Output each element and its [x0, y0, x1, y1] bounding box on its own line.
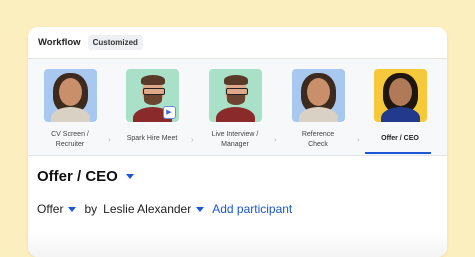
step-label: Live Interview / Manager	[211, 131, 259, 148]
caret-down-icon[interactable]	[196, 206, 205, 212]
step-live-interview[interactable]: Live Interview / Manager	[197, 69, 273, 150]
workflow-header: Workflow Customized	[28, 27, 447, 59]
customized-badge: Customized	[87, 35, 143, 50]
avatar	[208, 69, 262, 122]
step-spark-hire-meet[interactable]: ▶ Spark Hire Meet	[114, 69, 190, 144]
step-cv-screen[interactable]: CV Screen / Recruiter	[32, 69, 108, 150]
by-text: by	[84, 202, 98, 216]
step-offer-ceo[interactable]: Offer / CEO	[362, 69, 438, 144]
step-label: Offer / CEO	[381, 135, 419, 142]
step-label: Reference Check	[301, 131, 335, 148]
avatar	[373, 69, 427, 122]
chevron-right-icon: ›	[191, 135, 194, 144]
step-reference-check[interactable]: Reference Check	[280, 69, 356, 150]
chevron-right-icon: ›	[357, 135, 360, 144]
participant-name[interactable]: Leslie Alexander	[103, 202, 191, 216]
workflow-card: Workflow Customized CV Screen / Recruiter…	[28, 27, 447, 257]
step-label: CV Screen / Recruiter	[51, 131, 89, 148]
avatar: ▶	[125, 69, 179, 122]
stage-select[interactable]: Offer	[37, 202, 63, 216]
chevron-right-icon: ›	[274, 135, 277, 144]
chevron-right-icon: ›	[108, 135, 111, 144]
step-label: Spark Hire Meet	[126, 135, 178, 142]
caret-down-icon[interactable]	[125, 174, 134, 179]
avatar	[291, 69, 345, 122]
avatar	[43, 69, 97, 122]
active-step-indicator	[365, 152, 431, 154]
participants-row: Offer by Leslie Alexander Add participan…	[37, 202, 292, 216]
video-camera-icon: ▶	[162, 106, 176, 119]
caret-down-icon[interactable]	[68, 206, 77, 212]
workflow-title: Workflow	[38, 37, 81, 48]
add-participant-link[interactable]: Add participant	[212, 202, 292, 216]
workflow-steps: CV Screen / Recruiter › ▶ Spark Hire Meet…	[28, 59, 447, 156]
section-title[interactable]: Offer / CEO	[37, 168, 134, 185]
